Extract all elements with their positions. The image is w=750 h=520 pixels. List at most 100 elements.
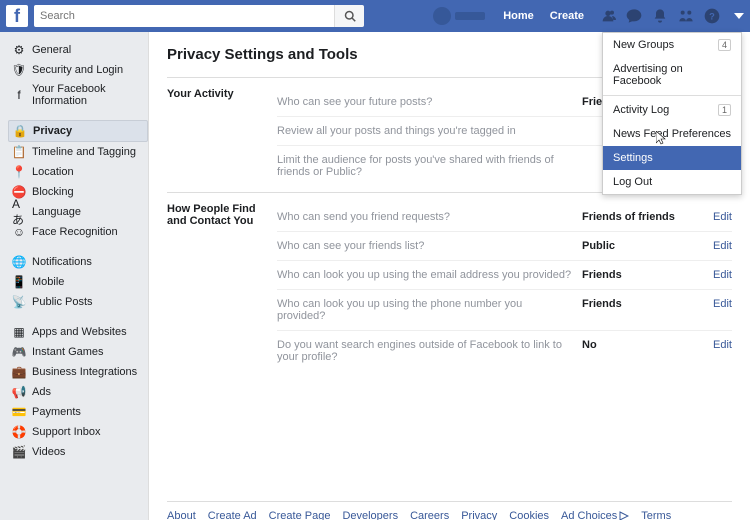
sidebar-item-privacy[interactable]: 🔒 Privacy bbox=[8, 120, 148, 142]
friend-requests-icon[interactable] bbox=[600, 8, 616, 24]
edit-link[interactable]: Edit bbox=[713, 240, 732, 252]
sidebar-item-label: Payments bbox=[32, 406, 81, 418]
sidebar-item-label: Notifications bbox=[32, 256, 92, 268]
dropdown-item-activity-log[interactable]: Activity Log1 bbox=[603, 98, 741, 122]
sidebar-item-public-posts[interactable]: 📡 Public Posts bbox=[8, 292, 148, 312]
notifications-icon[interactable] bbox=[652, 8, 668, 24]
top-bar: f Home Create ? bbox=[0, 0, 750, 32]
sidebar-icon: ▦ bbox=[12, 325, 26, 339]
edit-link[interactable]: Edit bbox=[713, 339, 732, 351]
quick-help-icon[interactable] bbox=[678, 8, 694, 24]
sidebar-item-location[interactable]: 📍 Location bbox=[8, 162, 148, 182]
edit-link[interactable]: Edit bbox=[713, 269, 732, 281]
dropdown-badge: 4 bbox=[718, 39, 731, 51]
sidebar-item-videos[interactable]: 🎬 Videos bbox=[8, 442, 148, 462]
setting-value: Friends bbox=[582, 298, 692, 322]
sidebar-item-timeline-and-tagging[interactable]: 📋Timeline and Tagging bbox=[8, 142, 148, 162]
footer-link-developers[interactable]: Developers bbox=[342, 510, 398, 520]
sidebar-item-language[interactable]: AあLanguage bbox=[8, 202, 148, 222]
sidebar-item-security-and-login[interactable]: 🛡Security and Login bbox=[8, 60, 148, 80]
sidebar-item-blocking[interactable]: ⛔Blocking bbox=[8, 182, 148, 202]
sidebar-item-label: Location bbox=[32, 166, 74, 178]
dropdown-item-news-feed-preferences[interactable]: News Feed Preferences bbox=[603, 122, 741, 146]
sidebar-item-business-integrations[interactable]: 💼 Business Integrations bbox=[8, 362, 148, 382]
setting-row: Who can look you up using the phone numb… bbox=[277, 290, 732, 331]
setting-question: Who can see your friends list? bbox=[277, 240, 582, 252]
sidebar-icon: 📍 bbox=[12, 165, 26, 179]
footer-link-careers[interactable]: Careers bbox=[410, 510, 449, 520]
footer-link-cookies[interactable]: Cookies bbox=[509, 510, 549, 520]
sidebar-item-label: Apps and Websites bbox=[32, 326, 127, 338]
nav-create[interactable]: Create bbox=[550, 10, 584, 22]
sidebar-item-notifications[interactable]: 🌐 Notifications bbox=[8, 252, 148, 272]
sidebar-icon: 📋 bbox=[12, 145, 26, 159]
sidebar-item-ads[interactable]: 📢Ads bbox=[8, 382, 148, 402]
sidebar-item-mobile[interactable]: 📱Mobile bbox=[8, 272, 148, 292]
setting-value: Public bbox=[582, 240, 692, 252]
sidebar-icon: 📡 bbox=[12, 295, 26, 309]
messages-icon[interactable] bbox=[626, 8, 642, 24]
sidebar-item-instant-games[interactable]: 🎮 Instant Games bbox=[8, 342, 148, 362]
sidebar-item-apps-and-websites[interactable]: ▦ Apps and Websites bbox=[8, 322, 148, 342]
sidebar-icon: 💼 bbox=[12, 365, 26, 379]
setting-question: Do you want search engines outside of Fa… bbox=[277, 339, 582, 363]
search-input[interactable] bbox=[34, 5, 334, 27]
sidebar-item-label: Business Integrations bbox=[32, 366, 137, 378]
nav-home[interactable]: Home bbox=[503, 10, 534, 22]
sidebar-item-face-recognition[interactable]: ☺ Face Recognition bbox=[8, 222, 148, 242]
settings-sidebar: ⚙ General 🛡Security and LoginfYour Faceboo… bbox=[0, 32, 148, 520]
setting-question: Who can send you friend requests? bbox=[277, 211, 582, 223]
setting-question: Limit the audience for posts you've shar… bbox=[277, 154, 582, 178]
sidebar-icon: 📢 bbox=[12, 385, 26, 399]
sidebar-icon: f bbox=[12, 88, 26, 102]
sidebar-item-label: Security and Login bbox=[32, 64, 123, 76]
search-button[interactable] bbox=[334, 5, 364, 27]
sidebar-item-general[interactable]: ⚙ General bbox=[8, 40, 148, 60]
setting-question: Who can see your future posts? bbox=[277, 96, 582, 108]
footer-link-create-page[interactable]: Create Page bbox=[269, 510, 331, 520]
facebook-logo[interactable]: f bbox=[6, 5, 28, 27]
sidebar-item-label: Face Recognition bbox=[32, 226, 118, 238]
sidebar-item-payments[interactable]: 💳 Payments bbox=[8, 402, 148, 422]
sidebar-item-label: General bbox=[32, 44, 71, 56]
sidebar-icon: 🌐 bbox=[12, 255, 26, 269]
profile-name[interactable] bbox=[455, 12, 485, 20]
setting-question: Who can look you up using the email addr… bbox=[277, 269, 582, 281]
dropdown-item-new-groups[interactable]: New Groups4 bbox=[603, 33, 741, 57]
sidebar-item-label: Mobile bbox=[32, 276, 64, 288]
help-icon[interactable]: ? bbox=[704, 8, 720, 24]
sidebar-item-your-facebook-information[interactable]: fYour Facebook Information bbox=[8, 80, 148, 110]
sidebar-item-label: Instant Games bbox=[32, 346, 104, 358]
dropdown-item-advertising-on-facebook[interactable]: Advertising on Facebook bbox=[603, 57, 741, 93]
search-wrap bbox=[34, 5, 364, 27]
sidebar-icon: 🔒 bbox=[13, 124, 27, 138]
sidebar-icon: 💳 bbox=[12, 405, 26, 419]
sidebar-icon: 🛟 bbox=[12, 425, 26, 439]
sidebar-icon: ☺ bbox=[12, 225, 26, 239]
edit-link[interactable]: Edit bbox=[713, 211, 732, 223]
footer-link-privacy[interactable]: Privacy bbox=[461, 510, 497, 520]
account-dropdown: New Groups4Advertising on Facebook Activi… bbox=[602, 32, 742, 195]
edit-link[interactable]: Edit bbox=[713, 298, 732, 310]
footer-link-terms[interactable]: Terms bbox=[641, 510, 671, 520]
setting-value: Friends of friends bbox=[582, 211, 692, 223]
footer-link-about[interactable]: About bbox=[167, 510, 196, 520]
setting-value: Friends bbox=[582, 269, 692, 281]
setting-value: No bbox=[582, 339, 692, 363]
section-label: Your Activity bbox=[167, 88, 277, 186]
account-menu-caret[interactable] bbox=[734, 13, 744, 19]
profile-avatar[interactable] bbox=[433, 7, 451, 25]
sidebar-item-label: Language bbox=[32, 206, 81, 218]
footer-link-ad-choices[interactable]: Ad Choices bbox=[561, 510, 629, 520]
sidebar-item-support-inbox[interactable]: 🛟Support Inbox bbox=[8, 422, 148, 442]
sidebar-icon: 🎮 bbox=[12, 345, 26, 359]
sidebar-icon: 🎬 bbox=[12, 445, 26, 459]
sidebar-item-label: Privacy bbox=[33, 125, 72, 137]
sidebar-item-label: Public Posts bbox=[32, 296, 93, 308]
sidebar-item-label: Videos bbox=[32, 446, 65, 458]
dropdown-item-log-out[interactable]: Log Out bbox=[603, 170, 741, 194]
setting-row: Do you want search engines outside of Fa… bbox=[277, 331, 732, 371]
footer-link-create-ad[interactable]: Create Ad bbox=[208, 510, 257, 520]
dropdown-item-settings[interactable]: Settings bbox=[603, 146, 741, 170]
sidebar-icon: ⚙ bbox=[12, 43, 26, 57]
